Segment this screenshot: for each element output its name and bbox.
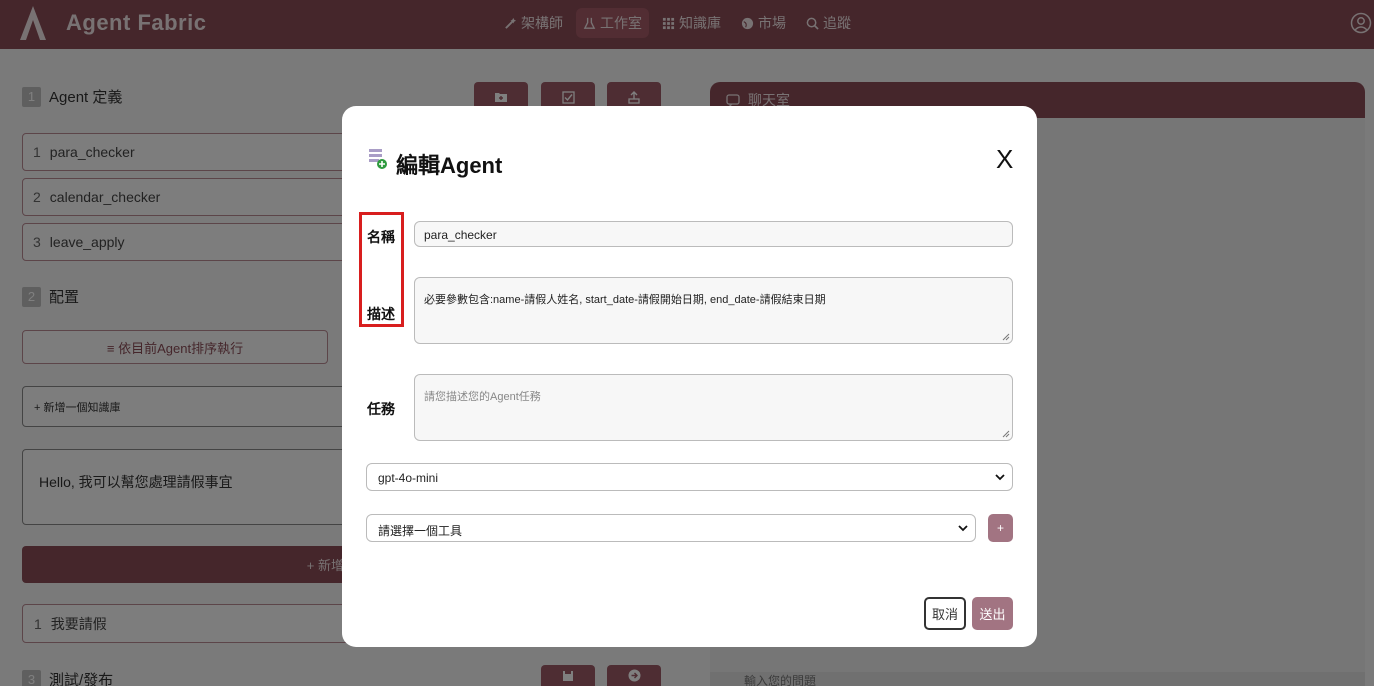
cancel-button[interactable]: 取消 xyxy=(924,597,966,630)
modal-title: 編輯Agent xyxy=(396,153,503,178)
model-select[interactable]: gpt-4o-mini xyxy=(366,463,1013,491)
tool-select[interactable]: 請選擇一個工具 xyxy=(366,514,976,542)
submit-button[interactable]: 送出 xyxy=(972,597,1013,630)
name-label: 名稱 xyxy=(367,229,395,245)
list-add-icon xyxy=(369,149,387,169)
chevron-down-icon xyxy=(995,474,1005,481)
tool-select-value: 請選擇一個工具 xyxy=(378,524,463,538)
task-label: 任務 xyxy=(367,401,395,417)
description-text: 必要參數包含:name-請假人姓名, start_date-請假開始日期, en… xyxy=(424,294,826,306)
resize-handle-icon[interactable] xyxy=(1001,332,1010,341)
edit-agent-modal: 編輯Agent X 名稱 para_checker 描述 必要參數包含:name… xyxy=(342,106,1037,647)
agent-name-input[interactable]: para_checker xyxy=(414,221,1013,247)
close-button[interactable]: X xyxy=(996,144,1013,175)
resize-handle-icon[interactable] xyxy=(1001,429,1010,438)
chevron-down-icon xyxy=(958,525,968,532)
task-textarea[interactable]: 請您描述您的Agent任務 xyxy=(414,374,1013,441)
description-label: 描述 xyxy=(367,306,395,322)
description-textarea[interactable]: 必要參數包含:name-請假人姓名, start_date-請假開始日期, en… xyxy=(414,277,1013,344)
task-placeholder: 請您描述您的Agent任務 xyxy=(424,391,541,403)
model-select-value: gpt-4o-mini xyxy=(378,471,439,485)
add-tool-button[interactable]: + xyxy=(988,514,1013,542)
